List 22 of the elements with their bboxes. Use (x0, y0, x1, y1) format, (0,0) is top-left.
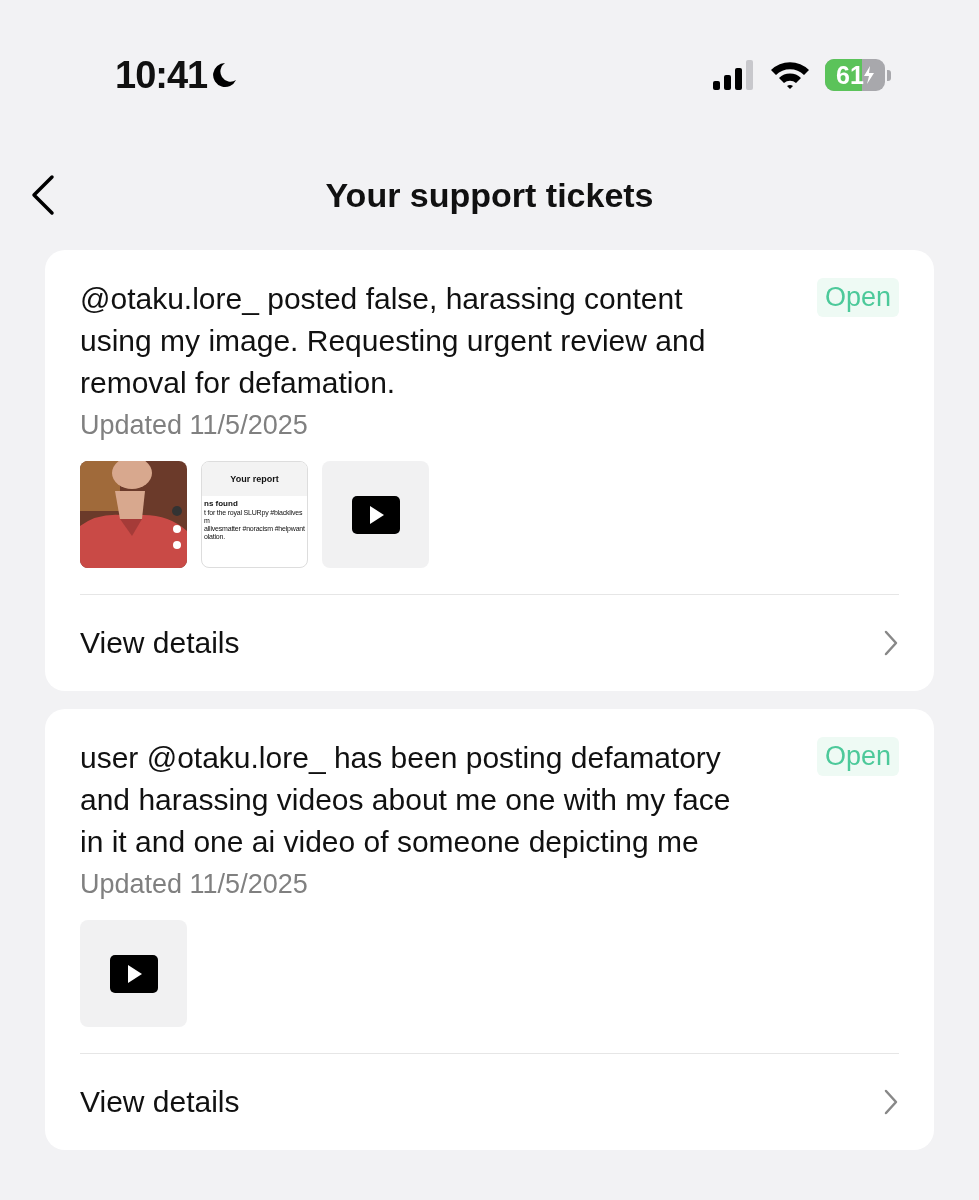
status-time: 10:41 (115, 53, 208, 97)
chevron-right-icon (883, 1088, 899, 1116)
updated-date: Updated 11/5/2025 (80, 410, 309, 441)
status-badge: Open (816, 737, 899, 776)
wifi-icon (769, 60, 811, 90)
screenshot-title: Your report (230, 474, 279, 484)
back-icon[interactable] (30, 174, 56, 216)
moon-icon (211, 61, 238, 89)
play-icon (351, 495, 400, 534)
ticket-description: @otaku.lore_ posted false, harassing content using my image. Requesting urgent review and removal for defamation. (80, 281, 707, 401)
view-details-link[interactable]: View details (80, 1054, 899, 1150)
video-thumbnail[interactable] (80, 920, 187, 1027)
signal-icon (713, 60, 755, 90)
play-icon (109, 954, 158, 993)
page-title: Your support tickets (325, 175, 654, 215)
view-details-link[interactable]: View details (80, 595, 899, 691)
video-thumbnail[interactable] (322, 461, 429, 568)
chevron-right-icon (883, 629, 899, 657)
ticket-description: user @otaku.lore_ has been posting defamatory and harassing videos about me one with my face in it and one ai video of someone depicting me (80, 740, 732, 860)
screenshot-heading: ns found (204, 499, 239, 509)
status-badge: Open (816, 278, 899, 317)
updated-date: Updated 11/5/2025 (80, 869, 309, 900)
